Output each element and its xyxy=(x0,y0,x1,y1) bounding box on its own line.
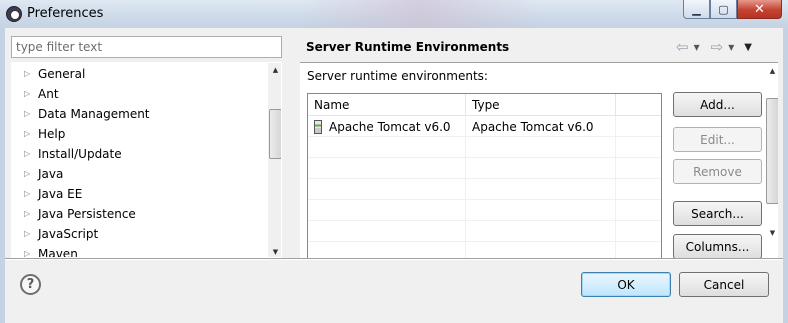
column-header-type[interactable]: Type xyxy=(466,94,616,116)
tree-item-label: Ant xyxy=(38,87,59,101)
column-header-filler xyxy=(616,94,661,116)
page-content: Server runtime environments: Name Type A… xyxy=(300,64,778,258)
filter-input[interactable] xyxy=(11,36,282,58)
page-navigation: ⇦ ▾ ⇨ ▾ ▼ xyxy=(676,38,752,56)
tree-item-label: Help xyxy=(38,127,66,141)
add-button[interactable]: Add... xyxy=(673,92,762,117)
help-icon[interactable]: ? xyxy=(20,274,41,295)
button-bar-separator-highlight xyxy=(5,259,783,260)
scroll-down-icon[interactable]: ▼ xyxy=(765,226,778,240)
tree-item-label: Data Management xyxy=(38,107,150,121)
runtimes-table: Name Type Apache Tomcat v6.0 Apache Tomc… xyxy=(307,93,662,258)
runtimes-label: Server runtime environments: xyxy=(307,69,488,83)
table-cell-type: Apache Tomcat v6.0 xyxy=(466,116,616,137)
table-row-empty xyxy=(308,137,661,158)
ok-button[interactable]: OK xyxy=(581,272,671,297)
expand-arrow-icon[interactable]: ▷ xyxy=(24,130,32,138)
window-controls: ▁ ▢ ✕ xyxy=(683,0,782,20)
back-arrow-icon[interactable]: ⇦ xyxy=(676,38,689,56)
table-row-empty xyxy=(308,179,661,200)
tree-item[interactable]: ▷ JavaScript xyxy=(12,224,268,244)
title-bar[interactable]: Preferences ▁ ▢ ✕ xyxy=(0,0,788,28)
tree-item[interactable]: ▷ Maven xyxy=(12,244,268,258)
table-row-empty xyxy=(308,200,661,221)
column-header-name[interactable]: Name xyxy=(308,94,466,116)
minimize-button[interactable]: ▁ xyxy=(683,0,710,19)
tree-item[interactable]: ▷ Data Management xyxy=(12,104,268,124)
titlebar-background-blur xyxy=(300,0,540,28)
forward-arrow-icon[interactable]: ⇨ xyxy=(711,38,724,56)
expand-arrow-icon[interactable]: ▷ xyxy=(24,110,32,118)
maximize-button[interactable]: ▢ xyxy=(710,0,737,19)
window-title: Preferences xyxy=(27,6,104,21)
eclipse-app-icon xyxy=(6,6,22,22)
expand-arrow-icon[interactable]: ▷ xyxy=(24,230,32,238)
view-menu-icon[interactable]: ▼ xyxy=(744,42,752,53)
tree-item-label: Maven xyxy=(38,247,78,258)
server-runtime-icon xyxy=(314,119,322,134)
page-scrollbar[interactable]: ▲ ▼ xyxy=(765,64,778,258)
tree-item-label: Java Persistence xyxy=(38,207,136,221)
minimize-icon: ▁ xyxy=(692,2,701,16)
window-frame-right xyxy=(783,28,788,323)
back-history-dropdown-icon[interactable]: ▾ xyxy=(694,40,700,54)
tree-item-label: JavaScript xyxy=(38,227,99,241)
table-row-empty xyxy=(308,242,661,258)
scroll-up-icon[interactable]: ▲ xyxy=(268,63,281,77)
expand-arrow-icon[interactable]: ▷ xyxy=(24,90,32,98)
tree-item-label: Java EE xyxy=(38,187,83,201)
close-button[interactable]: ✕ xyxy=(737,0,782,19)
page-header: Server Runtime Environments ⇦ ▾ ⇨ ▾ ▼ xyxy=(300,34,778,62)
tree-item[interactable]: ▷ Java xyxy=(12,164,268,184)
table-header: Name Type xyxy=(308,94,661,116)
tree-item[interactable]: ▷ Install/Update xyxy=(12,144,268,164)
expand-arrow-icon[interactable]: ▷ xyxy=(24,150,32,158)
tree-item[interactable]: ▷ Ant xyxy=(12,84,268,104)
scrollbar-thumb[interactable] xyxy=(766,98,778,204)
expand-arrow-icon[interactable]: ▷ xyxy=(24,250,32,258)
edit-button[interactable]: Edit... xyxy=(673,127,762,152)
columns-button[interactable]: Columns... xyxy=(673,234,762,258)
forward-history-dropdown-icon[interactable]: ▾ xyxy=(728,40,734,54)
pane-divider[interactable] xyxy=(293,28,299,258)
expand-arrow-icon[interactable]: ▷ xyxy=(24,70,32,78)
remove-button[interactable]: Remove xyxy=(673,159,762,184)
tree-item[interactable]: ▷ Help xyxy=(12,124,268,144)
table-row-empty xyxy=(308,158,661,179)
tree-item-label: Install/Update xyxy=(38,147,122,161)
tree-item-label: Java xyxy=(38,167,64,181)
expand-arrow-icon[interactable]: ▷ xyxy=(24,170,32,178)
scroll-up-icon[interactable]: ▲ xyxy=(765,64,778,78)
expand-arrow-icon[interactable]: ▷ xyxy=(24,210,32,218)
dialog-client-area: ▷ General ▷ Ant ▷ Data Management ▷ Help ▷ Instal… xyxy=(5,28,783,323)
scrollbar-thumb[interactable] xyxy=(269,109,281,159)
runtime-name: Apache Tomcat v6.0 xyxy=(329,119,451,134)
scroll-down-icon[interactable]: ▼ xyxy=(268,245,281,257)
table-row[interactable]: Apache Tomcat v6.0 Apache Tomcat v6.0 xyxy=(308,116,661,137)
preferences-navigation-pane: ▷ General ▷ Ant ▷ Data Management ▷ Help ▷ Instal… xyxy=(5,28,289,258)
tree-item[interactable]: ▷ General xyxy=(12,64,268,84)
expand-arrow-icon[interactable]: ▷ xyxy=(24,190,32,198)
maximize-icon: ▢ xyxy=(718,2,729,16)
tree-item[interactable]: ▷ Java Persistence xyxy=(12,204,268,224)
preference-page-pane: Server Runtime Environments ⇦ ▾ ⇨ ▾ ▼ Se… xyxy=(300,28,783,258)
tree-item[interactable]: ▷ Java EE xyxy=(12,184,268,204)
search-button[interactable]: Search... xyxy=(673,201,762,226)
page-title: Server Runtime Environments xyxy=(306,40,510,54)
table-row-empty xyxy=(308,221,661,242)
close-icon: ✕ xyxy=(754,1,765,17)
cancel-button[interactable]: Cancel xyxy=(679,272,769,297)
tree-item-label: General xyxy=(38,67,86,81)
preferences-tree: ▷ General ▷ Ant ▷ Data Management ▷ Help ▷ Instal… xyxy=(11,62,282,258)
table-cell-name: Apache Tomcat v6.0 xyxy=(308,116,466,137)
tree-scrollbar[interactable]: ▲ ▼ xyxy=(268,63,281,257)
